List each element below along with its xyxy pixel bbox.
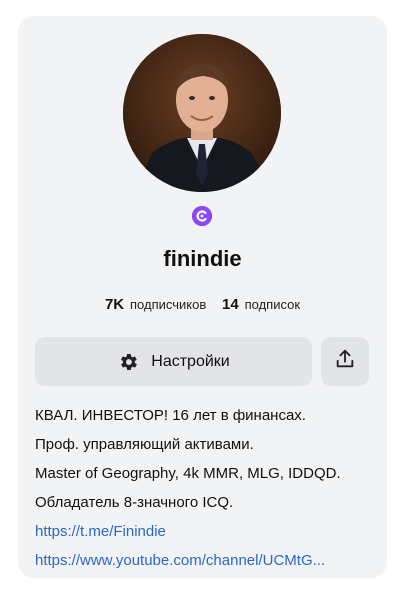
subscriptions-count: 14 <box>222 296 239 313</box>
settings-button-label: Настройки <box>151 352 230 370</box>
creator-badge-icon <box>192 206 212 226</box>
profile-bio: КВАЛ. ИНВЕСТОР! 16 лет в финансах. Проф.… <box>35 401 375 575</box>
subscriptions-label: подписок <box>244 297 301 312</box>
profile-stats: 7K подписчиков 14 подписок <box>18 296 387 313</box>
avatar-photo-icon <box>123 34 281 192</box>
bio-line: КВАЛ. ИНВЕСТОР! 16 лет в финансах. <box>35 407 306 424</box>
bio-line: Обладатель 8-значного ICQ. <box>35 494 234 511</box>
bio-line: Master of Geography, 4k MMR, MLG, IDDQD. <box>35 465 341 482</box>
gear-icon <box>117 351 139 373</box>
subscribers-count: 7K <box>104 296 125 313</box>
profile-name: finindie <box>163 246 242 271</box>
avatar[interactable] <box>123 34 281 192</box>
profile-card: finindie 7K подписчиков 14 подписок Наст… <box>18 16 387 578</box>
subscriptions-stat[interactable]: 14 подписок <box>222 296 301 313</box>
settings-button[interactable]: Настройки <box>35 337 312 386</box>
share-icon <box>334 348 356 375</box>
bio-link-youtube[interactable]: https://www.youtube.com/channel/UCMtG... <box>35 552 325 569</box>
share-button[interactable] <box>321 337 369 386</box>
bio-link-telegram[interactable]: https://t.me/Finindie <box>35 523 166 540</box>
subscribers-stat[interactable]: 7K подписчиков <box>104 296 210 313</box>
subscribers-label: подписчиков <box>130 297 207 312</box>
bio-line: Проф. управляющий активами. <box>35 436 254 453</box>
